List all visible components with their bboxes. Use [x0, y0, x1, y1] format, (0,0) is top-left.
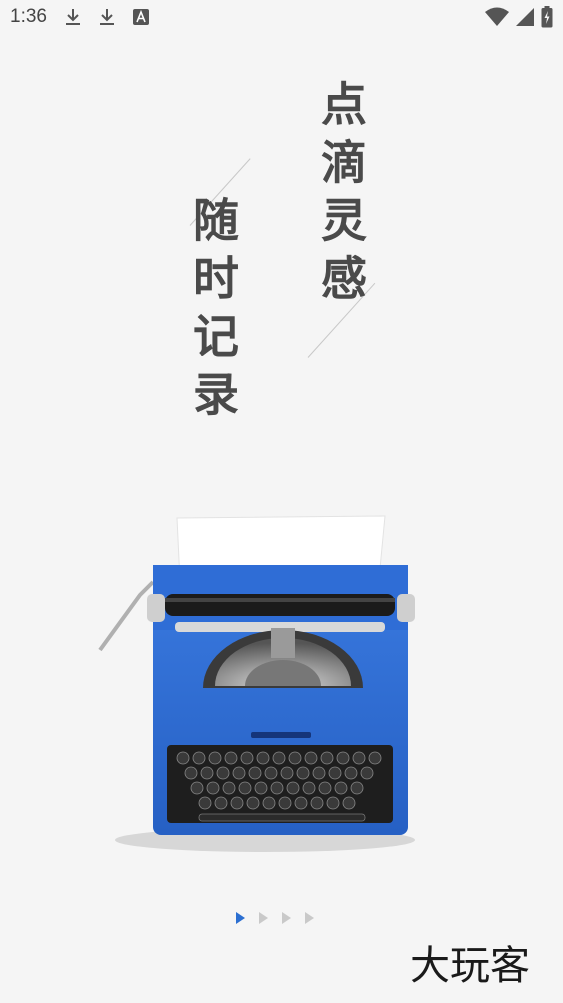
text-a-icon [132, 9, 149, 25]
typewriter-illustration [98, 515, 415, 852]
pager-dot [282, 912, 291, 924]
status-time: 1:36 [10, 6, 47, 27]
watermark-logo: 大玩客 [410, 943, 530, 989]
status-left: 1:36 [10, 6, 149, 28]
status-bar: 1:36 [0, 0, 563, 34]
pager-dot [259, 912, 268, 924]
slogan-line1: 点滴灵感 [314, 80, 368, 312]
slogan-line2: 随时记录 [186, 196, 240, 428]
download-icon [99, 9, 114, 25]
status-right [485, 6, 553, 28]
signal-icon [516, 8, 534, 26]
battery-charging-icon [541, 6, 553, 28]
wifi-icon [485, 7, 509, 26]
pager-indicator [236, 912, 314, 924]
download-icon [65, 9, 80, 25]
pager-dot-active [236, 912, 245, 924]
pager-dot [305, 912, 314, 924]
